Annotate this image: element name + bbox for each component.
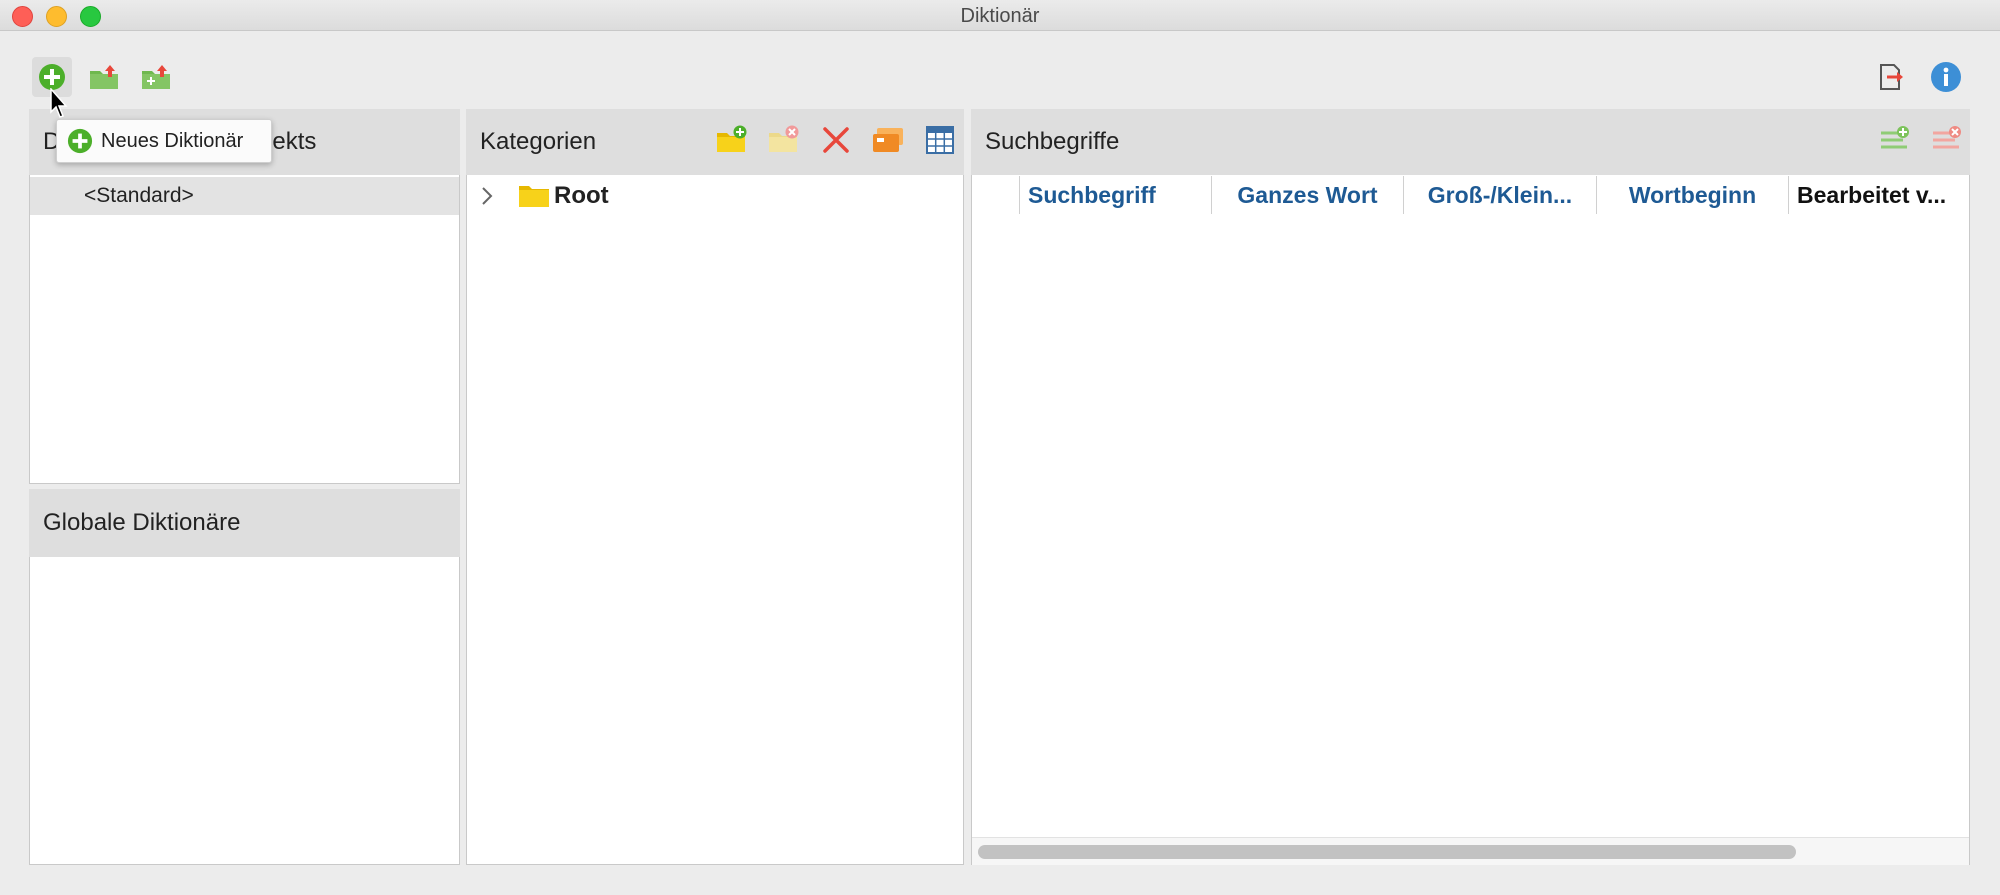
category-cards-button[interactable]: [868, 120, 908, 160]
info-button[interactable]: [1926, 57, 1966, 97]
plus-circle-icon: [39, 64, 65, 90]
scrollbar-thumb[interactable]: [978, 845, 1796, 859]
title-bar: Diktionär: [0, 0, 2000, 31]
exit-icon: [1880, 64, 1903, 90]
tooltip-label: Neues Diktionär: [101, 129, 244, 152]
info-icon: [1931, 62, 1961, 92]
global-dictionaries-header: Globale Diktionäre: [29, 489, 460, 557]
categories-header-label: Kategorien: [480, 128, 597, 155]
dictionary-item-standard[interactable]: <Standard>: [30, 177, 459, 215]
categories-panel: [466, 109, 964, 865]
column-header-edited-by[interactable]: Bearbeitet v...: [1789, 176, 1969, 214]
mouse-cursor-icon: [50, 88, 70, 120]
cards-icon: [873, 128, 903, 152]
column-header-search-term[interactable]: Suchbegriff: [1020, 176, 1212, 214]
add-search-term-button[interactable]: [1874, 120, 1914, 160]
window-title: Diktionär: [960, 5, 1040, 27]
list-remove-icon: [1933, 126, 1961, 149]
delete-x-icon: [823, 127, 849, 153]
dictionary-item-label: <Standard>: [84, 184, 194, 207]
global-dictionaries-header-label: Globale Diktionäre: [43, 509, 241, 536]
folder-export-icon: [90, 65, 118, 89]
column-header-word-start[interactable]: Wortbeginn: [1597, 176, 1789, 214]
folder-add-export-icon: [142, 65, 170, 89]
tree-expand-chevron-icon[interactable]: [478, 183, 496, 209]
remove-search-term-button[interactable]: [1926, 120, 1966, 160]
column-header-whole-word[interactable]: Ganzes Wort: [1212, 176, 1404, 214]
remove-category-button[interactable]: [764, 120, 804, 160]
tree-item-root[interactable]: Root: [554, 182, 609, 210]
column-selector[interactable]: [972, 176, 1020, 214]
import-dictionary-button[interactable]: [84, 57, 124, 97]
folder-icon: [518, 181, 550, 209]
folder-add-icon: [717, 125, 747, 152]
column-header-case-sensitive[interactable]: Groß-/Klein...: [1404, 176, 1597, 214]
list-add-icon: [1881, 126, 1909, 149]
folder-remove-icon: [769, 125, 799, 152]
import-add-dictionary-button[interactable]: [136, 57, 176, 97]
table-view-button[interactable]: [920, 120, 960, 160]
exit-button[interactable]: [1870, 57, 1910, 97]
search-terms-header: Suchbegriffe: [971, 109, 1970, 175]
new-category-button[interactable]: [712, 120, 752, 160]
horizontal-scrollbar[interactable]: [972, 837, 1969, 865]
plus-circle-icon: [67, 128, 93, 154]
table-icon: [926, 126, 954, 154]
new-dictionary-tooltip: Neues Diktionär: [56, 119, 272, 163]
search-terms-panel: [971, 109, 1970, 865]
search-terms-header-label: Suchbegriffe: [985, 128, 1120, 155]
delete-button[interactable]: [816, 120, 856, 160]
project-dictionaries-header-end: ekts: [272, 128, 317, 155]
